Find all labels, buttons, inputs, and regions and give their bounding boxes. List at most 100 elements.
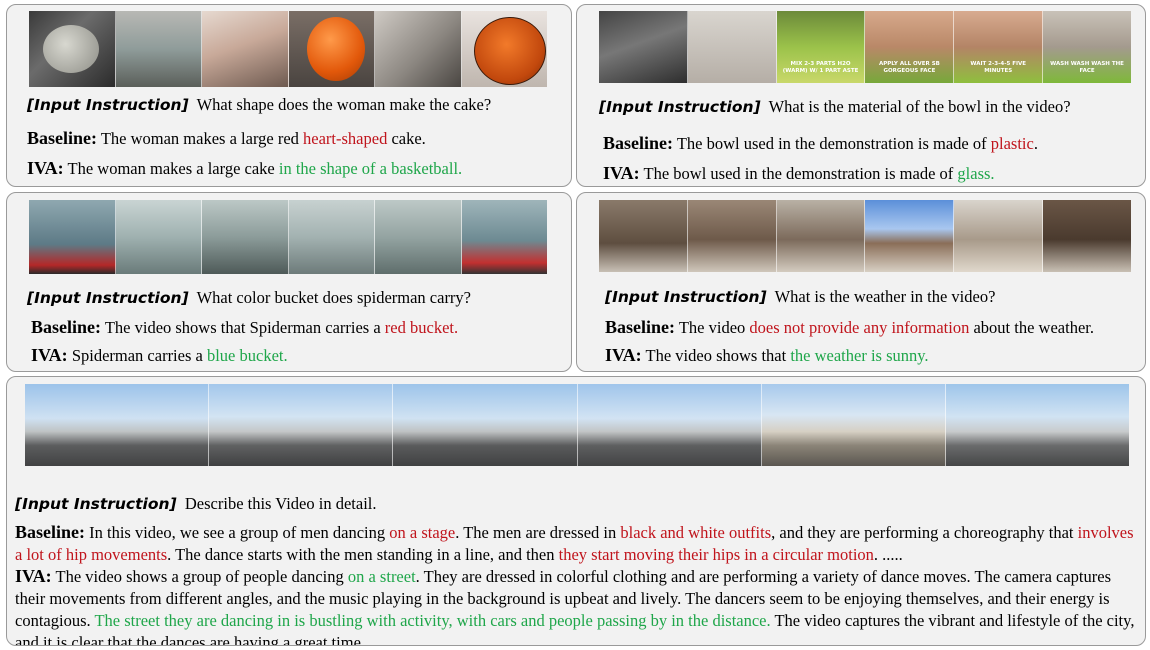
instruction-text: Describe this Video in detail. [184, 494, 377, 513]
baseline-text: In this video, we see a group of men dan… [89, 523, 390, 542]
instruction-text: What color bucket does spiderman carry? [196, 288, 472, 307]
frame-caption: MIX 2-3 PARTS H2O (WARM) W/ 1 PART ASTE [782, 61, 859, 74]
baseline-error-text: on a stage [389, 523, 456, 542]
video-frame [687, 11, 777, 83]
baseline-line: Baseline: The bowl used in the demonstra… [603, 133, 1038, 154]
baseline-text: cake. [387, 129, 426, 148]
instruction-label: [Input Instruction] [605, 288, 767, 306]
iva-label: IVA: [605, 345, 642, 365]
iva-paragraph: IVA: The video shows a group of people d… [15, 565, 1137, 645]
instruction-label: [Input Instruction] [27, 96, 189, 114]
baseline-error-text: red bucket. [384, 318, 459, 337]
baseline-label: Baseline: [603, 133, 673, 153]
iva-correct-text: the weather is sunny. [790, 346, 929, 365]
baseline-text: about the weather. [969, 318, 1094, 337]
video-frames-spiderman [29, 200, 547, 274]
baseline-text: , and they are performing a choreography… [771, 523, 1078, 542]
baseline-text: The bowl used in the demonstration is ma… [676, 134, 991, 153]
video-frame [761, 384, 946, 466]
baseline-text: The video [678, 318, 750, 337]
iva-line: IVA: The video shows that the weather is… [605, 345, 929, 366]
instruction-line: [Input Instruction] What shape does the … [27, 95, 491, 115]
iva-text: The video shows a group of people dancin… [55, 567, 348, 586]
iva-label: IVA: [603, 163, 640, 183]
video-frame [288, 11, 375, 87]
video-frame [25, 384, 210, 466]
instruction-label: [Input Instruction] [27, 289, 189, 307]
panel-bowl: MIX 2-3 PARTS H2O (WARM) W/ 1 PART ASTE … [576, 4, 1146, 187]
baseline-paragraph: Baseline: In this video, we see a group … [15, 521, 1137, 566]
video-frame [577, 384, 762, 466]
video-frame: APPLY ALL OVER SB GORGEOUS FACE [865, 11, 955, 83]
video-frame [209, 384, 394, 466]
iva-correct-text: The street they are dancing in is bustli… [94, 611, 771, 630]
instruction-line: [Input Instruction] What is the material… [599, 97, 1071, 117]
video-frame [29, 11, 116, 87]
video-frame [599, 11, 688, 83]
video-frame [202, 11, 289, 87]
iva-correct-text: in the shape of a basketball. [278, 159, 463, 178]
video-frames-bowl: MIX 2-3 PARTS H2O (WARM) W/ 1 PART ASTE … [599, 11, 1131, 83]
baseline-label: Baseline: [27, 128, 97, 148]
video-frame: WAIT 2-3-4-5 FIVE MINUTES [954, 11, 1044, 83]
baseline-text: The video shows that Spiderman carries a [104, 318, 385, 337]
video-frame: WASH WASH WASH THE FACE [1043, 11, 1131, 83]
baseline-label: Baseline: [605, 317, 675, 337]
video-frame [687, 200, 777, 272]
baseline-error-text: plastic [990, 134, 1034, 153]
frame-caption: WASH WASH WASH THE FACE [1050, 61, 1124, 74]
iva-text: Spiderman carries a [71, 346, 207, 365]
video-frame [29, 200, 116, 274]
baseline-text: . ..... [873, 545, 903, 564]
iva-label: IVA: [15, 566, 52, 586]
panel-dance: [Input Instruction] Describe this Video … [6, 376, 1146, 646]
baseline-label: Baseline: [15, 522, 85, 542]
baseline-text: The woman makes a large red [100, 129, 304, 148]
video-frame [115, 200, 202, 274]
panel-cake: [Input Instruction] What shape does the … [6, 4, 572, 187]
baseline-error-text: they start moving their hips in a circul… [558, 545, 874, 564]
instruction-line: [Input Instruction] What color bucket do… [27, 288, 471, 308]
iva-line: IVA: Spiderman carries a blue bucket. [31, 345, 288, 366]
baseline-line: Baseline: The video shows that Spiderman… [31, 317, 458, 338]
iva-correct-text: on a street [347, 567, 416, 586]
baseline-line: Baseline: The woman makes a large red he… [27, 128, 426, 149]
instruction-text: What is the material of the bowl in the … [768, 97, 1071, 116]
video-frame [1043, 200, 1131, 272]
video-frame [954, 200, 1044, 272]
baseline-text: . The dance starts with the men standing… [167, 545, 559, 564]
iva-label: IVA: [31, 345, 68, 365]
video-frame [865, 200, 955, 272]
baseline-line: Baseline: The video does not provide any… [605, 317, 1094, 338]
frame-caption: WAIT 2-3-4-5 FIVE MINUTES [970, 61, 1027, 74]
instruction-line: [Input Instruction] What is the weather … [605, 287, 995, 307]
video-frame [461, 200, 547, 274]
baseline-error-text: heart-shaped [303, 129, 388, 148]
video-frame [776, 200, 866, 272]
baseline-error-text: black and white outfits [620, 523, 772, 542]
cake-disc-shape [43, 25, 99, 73]
instruction-label: [Input Instruction] [599, 98, 761, 116]
baseline-label: Baseline: [31, 317, 101, 337]
video-frame: MIX 2-3 PARTS H2O (WARM) W/ 1 PART ASTE [776, 11, 866, 83]
orange-ball-shape [306, 17, 365, 81]
panel-weather: [Input Instruction] What is the weather … [576, 192, 1146, 372]
iva-text: The video shows that [645, 346, 791, 365]
panel-spiderman: [Input Instruction] What color bucket do… [6, 192, 572, 372]
frame-caption: APPLY ALL OVER SB GORGEOUS FACE [878, 61, 940, 74]
basketball-shape [473, 17, 546, 85]
video-frame [393, 384, 578, 466]
instruction-label: [Input Instruction] [15, 495, 177, 513]
iva-correct-text: blue bucket. [206, 346, 288, 365]
video-frame [115, 11, 202, 87]
baseline-error-text: does not provide any information [749, 318, 970, 337]
iva-line: IVA: The woman makes a large cake in the… [27, 158, 462, 179]
video-frame [375, 11, 462, 87]
iva-label: IVA: [27, 158, 64, 178]
instruction-text: What is the weather in the video? [774, 287, 996, 306]
instruction-text: What shape does the woman make the cake? [196, 95, 492, 114]
instruction-line: [Input Instruction] Describe this Video … [15, 494, 377, 514]
baseline-text: . The men are dressed in [455, 523, 621, 542]
video-frame [202, 200, 289, 274]
iva-text: The bowl used in the demonstration is ma… [643, 164, 958, 183]
